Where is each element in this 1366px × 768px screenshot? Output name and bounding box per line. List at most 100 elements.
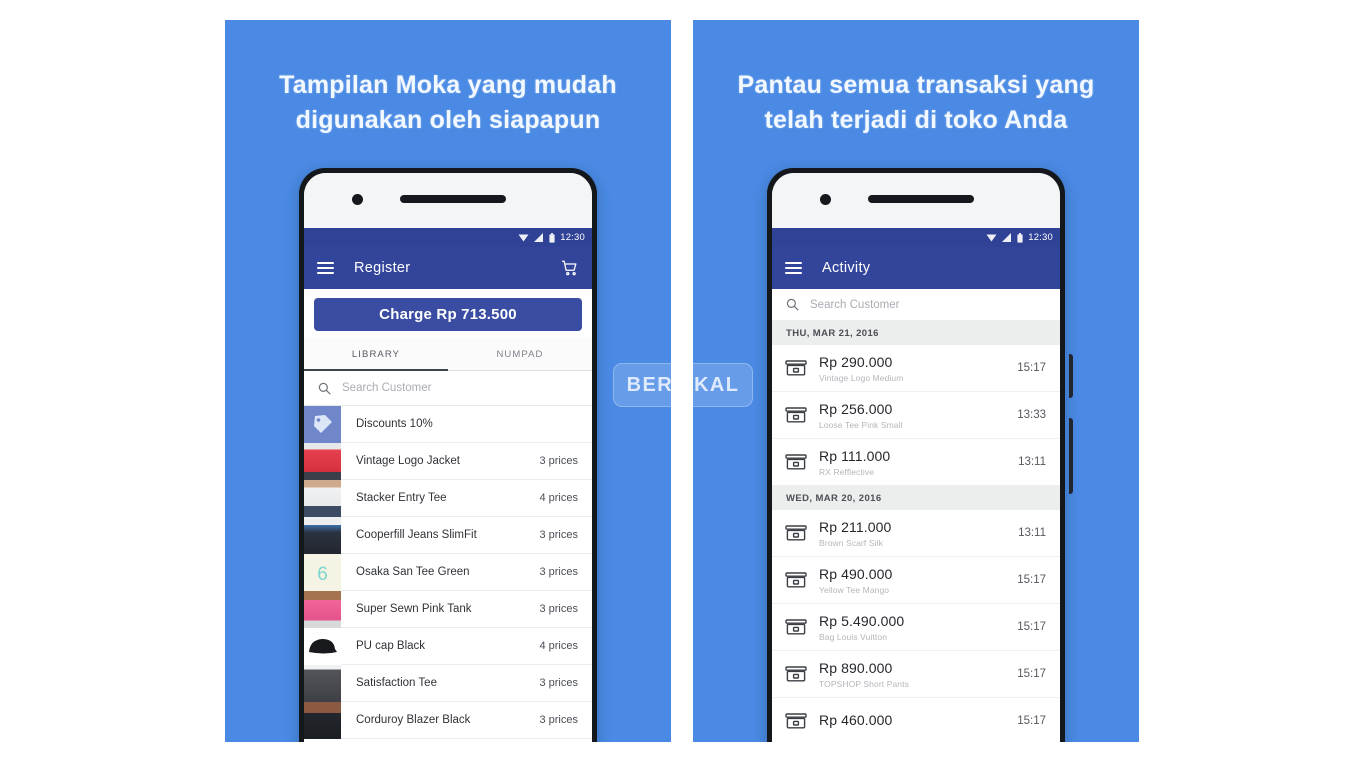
search-customer-bar[interactable]: Search Customer [772, 289, 1060, 321]
list-item[interactable]: Satisfaction Tee 3 prices [304, 664, 592, 702]
transaction-amount: Rp 290.000 [819, 353, 893, 370]
transaction-item: TOPSHOP Short Pants [819, 678, 909, 689]
menu-icon[interactable] [317, 262, 334, 274]
product-price: 3 prices [539, 714, 578, 726]
watermark-text-after: KAL [694, 373, 740, 396]
product-name: Satisfaction Tee [356, 677, 437, 689]
product-thumbnail-red-jacket [304, 442, 341, 480]
volume-button[interactable] [1069, 418, 1073, 494]
list-item[interactable]: Cooperfill Jeans SlimFit 3 prices [304, 516, 592, 554]
product-thumbnail-tag [304, 405, 341, 443]
front-camera-icon [820, 194, 831, 205]
tab-numpad[interactable]: NUMPAD [448, 338, 592, 370]
cap-graphic [309, 638, 337, 653]
tee-graphic: 6 [304, 553, 341, 591]
table-row[interactable]: Rp 460.000 15:17 [772, 698, 1060, 742]
app-bar-activity: Activity [772, 247, 1060, 289]
list-item[interactable]: Corduroy Blazer Black 3 prices [304, 701, 592, 739]
list-item[interactable]: 6 Osaka San Tee Green 3 prices [304, 553, 592, 591]
product-price: 3 prices [539, 529, 578, 541]
cart-icon[interactable] [561, 259, 579, 277]
product-name: Stacker Entry Tee [356, 492, 447, 504]
search-input[interactable]: Search Customer [342, 382, 431, 394]
status-bar: 12:30 [304, 228, 592, 247]
product-name: Super Sewn Pink Tank [356, 603, 472, 615]
table-row[interactable]: Rp 490.000 Yellow Tee Mango 15:17 [772, 557, 1060, 604]
table-row[interactable]: Rp 5.490.000 Bag Louis Vuitton 15:17 [772, 604, 1060, 651]
table-row[interactable]: Rp 290.000 Vintage Logo Medium 15:17 [772, 345, 1060, 392]
register-icon [785, 407, 807, 423]
product-thumbnail-white-tank [304, 479, 341, 517]
transaction-details: Rp 111.000 RX Refflective [808, 448, 1018, 477]
status-clock: 12:30 [1028, 232, 1053, 243]
list-item[interactable]: Stacker Entry Tee 4 prices [304, 479, 592, 517]
transaction-amount: Rp 211.000 [819, 518, 892, 535]
phone-mockup-right: 12:30 Activity Search Customer THU, MAR … [767, 168, 1073, 742]
tag-icon [314, 414, 332, 433]
transaction-item: Vintage Logo Medium [819, 372, 904, 383]
watermark-text-before: BER [626, 373, 674, 396]
product-name: Corduroy Blazer Black [356, 714, 471, 726]
register-icon [785, 525, 807, 541]
berakal-logo [678, 376, 689, 394]
search-icon [318, 382, 331, 394]
transaction-item: Loose Tee Pink Small [819, 419, 903, 430]
product-name: Osaka San Tee Green [356, 566, 470, 578]
list-item[interactable]: Super Sewn Pink Tank 3 prices [304, 590, 592, 628]
transaction-details: Rp 890.000 TOPSHOP Short Pants [808, 660, 1017, 689]
front-camera-icon [352, 194, 363, 205]
table-row[interactable]: Rp 256.000 Loose Tee Pink Small 13:33 [772, 392, 1060, 439]
wifi-icon [518, 234, 529, 242]
status-bar: 12:30 [772, 228, 1060, 247]
table-row[interactable]: Rp 111.000 RX Refflective 13:11 [772, 439, 1060, 486]
transaction-amount: Rp 5.490.000 [819, 612, 905, 629]
phone-top-bezel [304, 173, 592, 228]
menu-icon[interactable] [785, 262, 802, 274]
table-row[interactable]: Rp 890.000 TOPSHOP Short Pants 15:17 [772, 651, 1060, 698]
transaction-time: 13:33 [1017, 409, 1046, 421]
promo-panel-activity: Pantau semua transaksi yang telah terjad… [693, 20, 1139, 742]
product-price: 3 prices [539, 603, 578, 615]
transaction-time: 13:11 [1018, 527, 1046, 539]
transaction-amount: Rp 890.000 [819, 659, 893, 676]
table-row[interactable]: Rp 211.000 Brown Scarf Silk 13:11 [772, 510, 1060, 557]
product-name: Vintage Logo Jacket [356, 455, 461, 467]
power-button[interactable] [1069, 354, 1073, 398]
product-thumbnail-pink-tank [304, 590, 341, 628]
list-item[interactable]: Discounts 10% [304, 405, 592, 443]
product-thumbnail-dark-blazer [304, 701, 341, 739]
phone-face: 12:30 Activity Search Customer THU, MAR … [772, 173, 1060, 742]
svg-text:6: 6 [317, 564, 328, 585]
register-icon [785, 360, 807, 376]
product-thumbnail-dark-jeans [304, 516, 341, 554]
product-price: 4 prices [539, 492, 578, 504]
promo-panel-register: Tampilan Moka yang mudah digunakan oleh … [225, 20, 671, 742]
transaction-details: Rp 5.490.000 Bag Louis Vuitton [808, 613, 1017, 642]
transaction-item: Yellow Tee Mango [819, 584, 890, 595]
search-input[interactable]: Search Customer [810, 299, 899, 311]
product-thumbnail-black-cap [304, 627, 341, 665]
signal-icon [534, 233, 544, 242]
transaction-time: 15:17 [1017, 668, 1046, 680]
transaction-time: 13:11 [1018, 456, 1046, 468]
transaction-details: Rp 256.000 Loose Tee Pink Small [808, 401, 1017, 430]
transaction-item: RX Refflective [819, 466, 875, 477]
list-item[interactable]: Vintage Logo Jacket 3 prices [304, 442, 592, 480]
page-title: Register [354, 260, 411, 276]
page-title: Activity [822, 260, 871, 276]
date-group-header: THU, MAR 21, 2016 [772, 321, 1060, 345]
product-name: Discounts 10% [356, 418, 433, 430]
list-item[interactable]: PU cap Black 4 prices [304, 627, 592, 665]
tab-library[interactable]: LIBRARY [304, 338, 448, 370]
charge-button-container: Charge Rp 713.500 [304, 289, 592, 338]
charge-button[interactable]: Charge Rp 713.500 [314, 298, 582, 331]
product-list: Discounts 10% Vintage Logo Jacket 3 pric… [304, 405, 592, 739]
earpiece-speaker [400, 195, 506, 203]
register-icon [785, 666, 807, 682]
search-customer-bar[interactable]: Search Customer [304, 371, 592, 406]
product-price: 3 prices [539, 566, 578, 578]
battery-icon [549, 232, 555, 243]
earpiece-speaker [868, 195, 974, 203]
battery-icon [1017, 232, 1023, 243]
product-thumbnail-cream-tee: 6 [304, 553, 341, 591]
